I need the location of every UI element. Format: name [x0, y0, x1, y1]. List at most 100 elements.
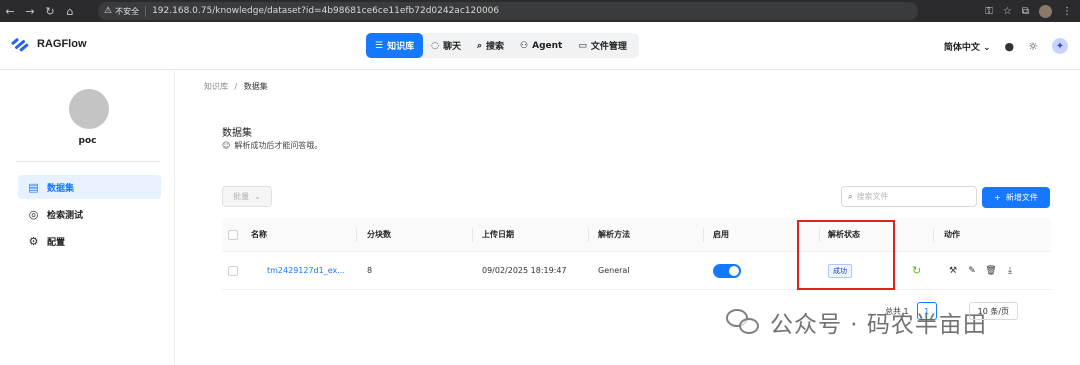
parse-method: General — [598, 266, 630, 275]
key-icon[interactable]: ⚿ — [985, 6, 993, 17]
sidebar: poc ▤ 数据集 ◎ 检索测试 ⚙ 配置 — [0, 71, 175, 365]
edit-icon[interactable]: ✎ — [965, 266, 979, 276]
subtitle-text: 解析成功后才能问答哦。 — [234, 141, 323, 150]
top-navigation: ☰ 知识库 ◌ 聊天 ⌕ 搜索 ⚇ Agent ▭ 文件管理 — [366, 33, 639, 58]
row-actions: ⚒ ✎ 🗑 ⤓ — [946, 252, 1017, 289]
tab-label: 文件管理 — [590, 42, 627, 52]
star-icon[interactable]: ☆ — [1003, 6, 1012, 17]
delete-icon[interactable]: 🗑 — [984, 266, 998, 276]
folder-icon: ▭ — [578, 40, 587, 51]
app-logo[interactable]: RAGFlow — [10, 36, 87, 52]
bulk-button[interactable]: 批量 ⌄ — [222, 186, 272, 207]
sidebar-item-retrieval-test[interactable]: ◎ 检索测试 — [18, 202, 161, 226]
tab-label: 搜索 — [486, 42, 505, 52]
wechat-icon — [726, 307, 762, 337]
reload-icon[interactable]: ↻ — [40, 0, 60, 22]
gear-icon: ⚙ — [28, 234, 39, 248]
enable-toggle[interactable] — [713, 263, 741, 278]
column-header-name[interactable]: 名称 — [251, 218, 267, 251]
select-all-cell — [228, 218, 238, 251]
chevron-down-icon: ⌄ — [254, 192, 261, 201]
column-separator — [588, 228, 589, 242]
ragflow-logo-icon — [10, 36, 29, 52]
sidebar-divider — [16, 161, 160, 162]
sidebar-item-label: 数据集 — [47, 183, 75, 194]
documents-table: 名称 分块数 上传日期 解析方法 启用 解析状态 动作 tm2429127d1_… — [222, 218, 1051, 290]
search-icon: ⌕ — [476, 40, 483, 51]
search-input[interactable]: ⌕ 搜索文件 — [841, 186, 977, 207]
security-indicator[interactable]: ⚠ 不安全 — [104, 5, 147, 17]
table-header: 名称 分块数 上传日期 解析方法 启用 解析状态 动作 — [222, 218, 1051, 252]
document-icon: ▤ — [28, 180, 39, 194]
menu-icon[interactable]: ⋮ — [1062, 6, 1072, 17]
warning-icon: ⚠ — [104, 6, 113, 16]
tab-chat[interactable]: ◌ 聊天 — [423, 33, 469, 58]
column-header-actions: 动作 — [944, 230, 960, 239]
tab-file-management[interactable]: ▭ 文件管理 — [570, 33, 635, 58]
sidebar-item-settings[interactable]: ⚙ 配置 — [18, 229, 161, 253]
column-separator — [703, 228, 704, 242]
tab-label: 聊天 — [442, 42, 461, 52]
language-label: 简体中文 — [943, 42, 980, 53]
add-file-label: 新增文件 — [1005, 193, 1038, 202]
column-header-upload-date[interactable]: 上传日期 — [482, 218, 514, 251]
chevron-down-icon: ⌄ — [982, 42, 991, 53]
column-header-chunks[interactable]: 分块数 — [367, 218, 391, 251]
sidebar-item-label: 检索测试 — [47, 210, 84, 221]
reparse-cell: ↻ — [912, 252, 921, 289]
row-checkbox[interactable] — [228, 265, 238, 276]
select-all-checkbox[interactable] — [228, 229, 238, 240]
column-separator — [933, 228, 934, 242]
enable-toggle-cell — [713, 252, 741, 289]
smile-icon: ☺ — [222, 141, 231, 150]
url-text[interactable]: 192.168.0.75/knowledge/dataset?id=4b9868… — [152, 6, 499, 16]
chat-icon: ◌ — [431, 40, 439, 51]
sidebar-item-label: 配置 — [47, 237, 66, 248]
github-icon[interactable]: ● — [1005, 40, 1015, 53]
column-separator — [356, 228, 357, 242]
highlight-annotation — [797, 220, 895, 290]
tab-label: 知识库 — [387, 42, 415, 52]
page-subtitle: ☺ 解析成功后才能问答哦。 — [222, 140, 322, 151]
language-selector[interactable]: 简体中文 ⌄ — [944, 40, 991, 53]
breadcrumb: 知识库 / 数据集 — [204, 81, 268, 92]
breadcrumb-parent[interactable]: 知识库 — [204, 82, 228, 91]
download-icon[interactable]: ⤓ — [1003, 266, 1017, 276]
app-name: RAGFlow — [37, 38, 87, 50]
page-size-select[interactable]: 10 条/页 — [968, 302, 1019, 320]
page-number-1[interactable]: 1 — [916, 302, 937, 320]
home-icon[interactable]: ⌂ — [60, 0, 80, 22]
browser-toolbar: ← → ↻ ⌂ ⚠ 不安全 192.168.0.75/knowledge/dat… — [0, 0, 1080, 22]
back-icon[interactable]: ← — [0, 0, 20, 22]
sidebar-item-dataset[interactable]: ▤ 数据集 — [18, 175, 161, 199]
dataset-avatar — [69, 89, 109, 129]
refresh-icon[interactable]: ↻ — [912, 264, 921, 277]
dataset-name: poc — [78, 136, 97, 146]
database-icon: ☰ — [375, 40, 384, 51]
tab-label: Agent — [532, 40, 563, 51]
forward-icon[interactable]: → — [20, 0, 40, 22]
page-title: 数据集 — [222, 128, 252, 139]
add-file-button[interactable]: + 新增文件 — [982, 187, 1050, 208]
column-header-parse-method[interactable]: 解析方法 — [598, 218, 630, 251]
document-name-link[interactable]: tm2429127d1_ex... — [267, 252, 345, 289]
user-avatar-icon[interactable]: ✦ — [1052, 38, 1068, 54]
search-placeholder: 搜索文件 — [856, 192, 889, 201]
agent-icon: ⚇ — [520, 40, 529, 51]
security-label: 不安全 — [115, 6, 140, 16]
tab-search[interactable]: ⌕ 搜索 — [469, 33, 512, 58]
tool-icon[interactable]: ⚒ — [946, 266, 960, 276]
pagination: 总共 1 1 10 条/页 — [885, 302, 1019, 320]
address-bar[interactable]: ⚠ 不安全 192.168.0.75/knowledge/dataset?id=… — [98, 2, 918, 20]
extensions-icon[interactable]: ⧉ — [1022, 6, 1029, 17]
tab-knowledge-base[interactable]: ☰ 知识库 — [366, 33, 424, 58]
app-header: RAGFlow ☰ 知识库 ◌ 聊天 ⌕ 搜索 ⚇ Agent ▭ 文件管理 简… — [0, 22, 1080, 70]
theme-toggle-icon[interactable]: ☼ — [1028, 40, 1038, 53]
search-icon: ⌕ — [848, 191, 853, 201]
chunk-count: 8 — [367, 266, 373, 275]
total-count: 总共 1 — [885, 306, 909, 316]
breadcrumb-separator: / — [234, 82, 238, 91]
tab-agent[interactable]: ⚇ Agent — [512, 33, 570, 58]
profile-avatar[interactable] — [1039, 4, 1052, 18]
column-header-enabled[interactable]: 启用 — [713, 218, 729, 251]
